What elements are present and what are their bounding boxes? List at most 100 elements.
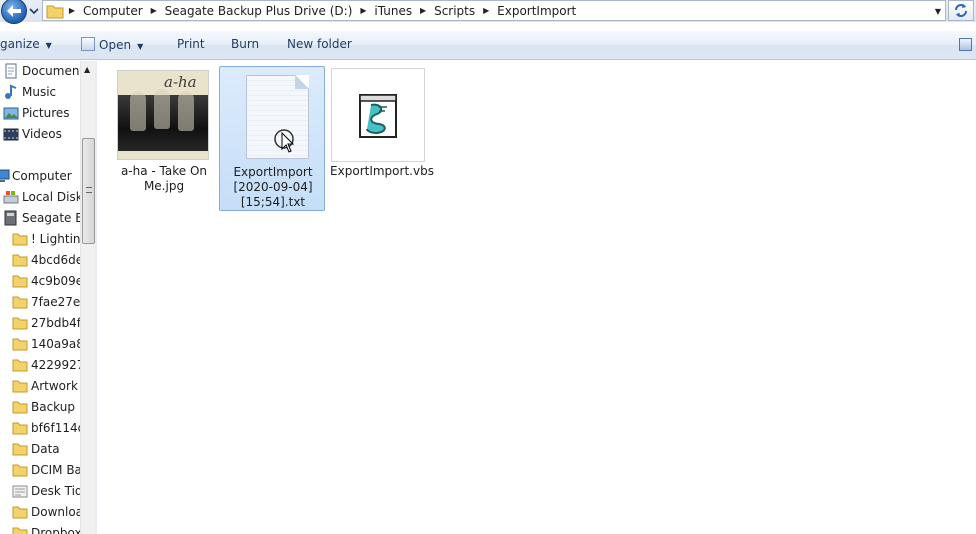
local-disk-icon	[3, 189, 19, 205]
nav-item-4c9b09e4[interactable]: 4c9b09e4	[0, 271, 80, 292]
nav-item-music[interactable]: Music	[0, 82, 80, 103]
chevron-right-icon[interactable]: ▶	[479, 6, 493, 15]
script-thumbnail	[331, 68, 427, 164]
new-folder-button[interactable]: New folder	[287, 37, 352, 51]
chevron-right-icon[interactable]: ▶	[416, 6, 430, 15]
nav-item-label: Local Disk	[22, 190, 80, 204]
address-bar-row: ▶ Computer ▶ Seagate Backup Plus Drive (…	[0, 0, 976, 24]
nav-item-label: Downloa	[31, 505, 80, 519]
nav-item-bf6f114d[interactable]: bf6f114d	[0, 418, 80, 439]
folder-icon	[12, 315, 28, 331]
nav-item-label: 4c9b09e4	[31, 274, 80, 288]
burn-button[interactable]: Burn	[231, 37, 259, 51]
nav-item-label: Desk Tidy	[31, 484, 80, 498]
nav-item-desk-tidy[interactable]: Desk Tidy	[0, 481, 80, 502]
change-view-icon[interactable]	[959, 38, 972, 51]
back-arrow-icon	[7, 5, 21, 17]
print-button[interactable]: Print	[177, 37, 205, 51]
scroll-up-icon[interactable]: ▲	[84, 65, 90, 74]
open-button[interactable]: Open ▼	[81, 37, 143, 52]
nav-item-label: Seagate Ba	[22, 211, 80, 225]
folder-icon	[12, 420, 28, 436]
chevron-down-icon: ▼	[45, 41, 52, 50]
folder-icon	[12, 441, 28, 457]
file-name: ExportImport.vbs	[330, 164, 434, 178]
folder-icon	[12, 462, 28, 478]
nav-item-dropbox[interactable]: Dropbox	[0, 523, 80, 534]
breadcrumb-itunes[interactable]: ▶ iTunes	[356, 4, 416, 18]
nav-item-label: Computer	[12, 169, 72, 183]
chevron-right-icon[interactable]: ▶	[65, 6, 79, 15]
nav-item-dcim-ba[interactable]: DCIM Ba	[0, 460, 80, 481]
nav-item-4229927a[interactable]: 4229927a	[0, 355, 80, 376]
file-name: ExportImport [2020-09-04] [15;54].txt	[233, 165, 313, 209]
nav-item-7fae27e5[interactable]: 7fae27e5	[0, 292, 80, 313]
breadcrumb-computer[interactable]: ▶ Computer	[65, 4, 147, 18]
mouse-cursor-icon	[274, 129, 295, 153]
drive-icon	[3, 210, 19, 226]
nav-item-label: DCIM Ba	[31, 463, 80, 477]
folder-icon	[12, 378, 28, 394]
text-file-icon	[226, 71, 320, 165]
nav-item-data[interactable]: Data	[0, 439, 80, 460]
nav-item-downloa[interactable]: Downloa	[0, 502, 80, 523]
nav-item-label: ! Lighting	[31, 232, 80, 246]
organize-button[interactable]: ganize ▼	[0, 37, 52, 51]
vbscript-icon	[359, 94, 397, 138]
chevron-right-icon[interactable]: ▶	[356, 6, 370, 15]
folder-icon	[12, 252, 28, 268]
refresh-button[interactable]	[948, 0, 974, 21]
nav-item-label: 7fae27e5	[31, 295, 80, 309]
folder-icon	[12, 294, 28, 310]
nav-item-label: bf6f114d	[31, 421, 80, 435]
file-name: a-ha - Take On Me.jpg	[120, 164, 208, 193]
computer-icon	[0, 168, 10, 184]
image-thumbnail: a-ha	[117, 70, 211, 164]
nav-scrollbar[interactable]: ▲	[80, 61, 95, 534]
back-button[interactable]	[1, 0, 27, 24]
folder-icon	[12, 231, 28, 247]
chevron-right-icon[interactable]: ▶	[147, 6, 161, 15]
nav-item-document[interactable]: Document	[0, 61, 80, 82]
nav-item-computer[interactable]: Computer	[0, 166, 80, 187]
documents-icon	[3, 63, 19, 79]
file-item-exportimport-txt[interactable]: ExportImport [2020-09-04] [15;54].txt	[219, 66, 325, 211]
nav-item-videos[interactable]: Videos	[0, 124, 80, 145]
folder-icon	[12, 273, 28, 289]
nav-item-label: Backup	[31, 400, 75, 414]
chevron-down-icon	[29, 8, 39, 15]
breadcrumb-drive[interactable]: ▶ Seagate Backup Plus Drive (D:)	[147, 4, 357, 18]
nav-item-label: Artwork	[31, 379, 78, 393]
folder-icon	[12, 525, 28, 534]
nav-item-seagate-ba[interactable]: Seagate Ba	[0, 208, 80, 229]
address-dropdown-icon[interactable]: ▼	[935, 7, 941, 16]
breadcrumb-scripts[interactable]: ▶ Scripts	[416, 4, 479, 18]
command-bar: ganize ▼ Open ▼ Print Burn New folder	[0, 31, 976, 60]
nav-item-backup[interactable]: Backup	[0, 397, 80, 418]
nav-item-local-disk[interactable]: Local Disk	[0, 187, 80, 208]
nav-item-label: Videos	[22, 127, 62, 141]
nav-item-pictures[interactable]: Pictures	[0, 103, 80, 124]
open-icon	[81, 37, 95, 51]
nav-item-4bcd6de[interactable]: 4bcd6de.	[0, 250, 80, 271]
file-item-exportimport-vbs[interactable]: ExportImport.vbs	[329, 66, 435, 186]
file-item-aha-jpg[interactable]: a-ha a-ha - Take On Me.jpg	[111, 66, 217, 196]
nav-item-label: Dropbox	[31, 526, 80, 534]
nav-item-lighting[interactable]: ! Lighting	[0, 229, 80, 250]
nav-item-label: Document	[22, 64, 80, 78]
grip-icon	[86, 187, 92, 193]
pictures-icon	[3, 105, 19, 121]
nav-item-27bdb4f8[interactable]: 27bdb4f8	[0, 313, 80, 334]
recent-pages-button[interactable]	[29, 5, 39, 15]
nav-item-artwork[interactable]: Artwork	[0, 376, 80, 397]
nav-item-label: 27bdb4f8	[31, 316, 80, 330]
nav-item-label: Data	[31, 442, 60, 456]
address-bar[interactable]: ▶ Computer ▶ Seagate Backup Plus Drive (…	[42, 0, 946, 21]
scrollbar-thumb[interactable]	[82, 138, 95, 244]
folder-icon	[12, 357, 28, 373]
nav-item-label: 4229927a	[31, 358, 80, 372]
refresh-icon	[955, 4, 967, 17]
nav-item-label: Music	[22, 85, 57, 99]
breadcrumb-exportimport[interactable]: ▶ ExportImport	[479, 4, 580, 18]
nav-item-140a9a81[interactable]: 140a9a81	[0, 334, 80, 355]
